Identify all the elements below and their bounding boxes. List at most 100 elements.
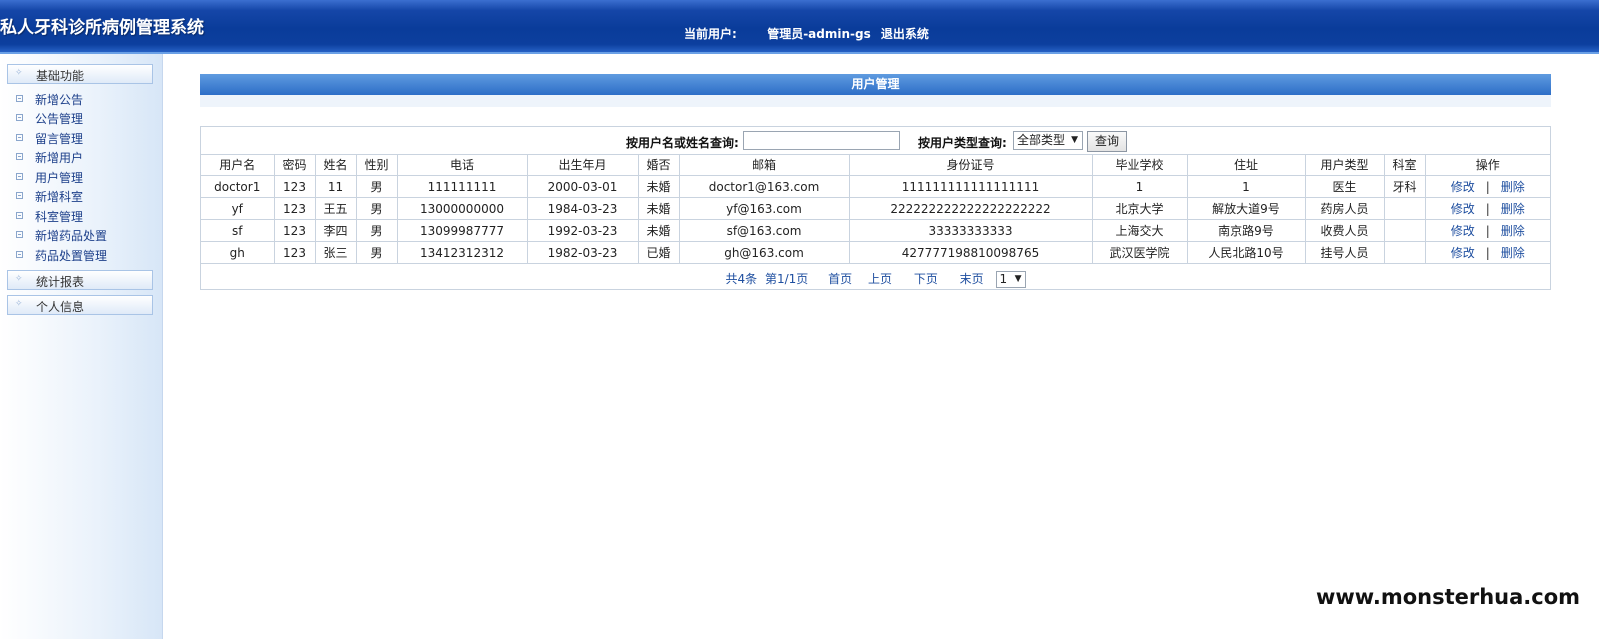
minus-box-icon [16,173,23,180]
user-type-selected: 全部类型 [1017,133,1066,147]
sidebar-item-label: 新增用户 [35,151,84,165]
table-row: yf 123 王五男 13000000000 1984-03-23 未婚 yf@163.co… [201,197,1550,220]
section-subbar [200,95,1551,107]
minus-box-icon [16,153,23,160]
pager-first[interactable]: 首页 [828,268,852,290]
minus-box-icon [16,231,23,238]
table-cell: 1 [1186,175,1306,198]
minus-box-icon [16,251,23,258]
query-button[interactable]: 查询 [1087,131,1127,152]
table-cell: 222222222222222222222 [848,197,1093,220]
menu-group-label: 统计报表 [36,275,85,289]
page-select[interactable]: 1 ▼ [995,271,1026,288]
pager-prev[interactable]: 上页 [868,268,892,290]
table-cell: 123 [273,241,316,264]
minus-box-icon [16,192,23,199]
sidebar-item-label: 科室管理 [35,210,84,224]
current-user-label: 当前用户: [684,27,737,41]
sidebar-item-label: 药品处置管理 [35,249,108,263]
group-expand-icon: ✧ [15,274,23,284]
delete-link[interactable]: 删除 [1501,246,1525,260]
table-cell: sf@163.com [678,219,850,242]
menu-group-reports[interactable]: ✧ 统计报表 [7,270,153,290]
table-cell: 未婚 [637,197,680,220]
section-title: 用户管理 [200,74,1551,95]
sidebar-item-label: 留言管理 [35,132,84,146]
table-cell [1383,241,1426,264]
table-cell: 张三 [314,241,357,264]
pager-next[interactable]: 下页 [914,268,938,290]
sidebar-item-label: 公告管理 [35,112,84,126]
name-search-label: 按用户名或姓名查询: [626,136,739,150]
table-cell: 未婚 [637,175,680,198]
table-row: gh 123 张三男 13412312312 1982-03-23 已婚 gh@163.co… [201,241,1550,264]
minus-box-icon [16,212,23,219]
user-type-select[interactable]: 全部类型 ▼ [1013,131,1083,150]
edit-link[interactable]: 修改 [1451,180,1475,194]
table-cell: 已婚 [637,241,680,264]
table-cell: 男 [355,175,398,198]
column-header: 密码 [273,154,316,176]
row-actions: 修改 | 删除 [1424,219,1550,242]
menu-group-label: 基础功能 [36,69,85,83]
table-cell: 1 [1091,175,1188,198]
pager-page-info: 第1/1页 [764,272,809,286]
group-expand-icon: ✧ [15,68,23,78]
column-header: 婚否 [637,154,680,176]
table-cell: 男 [355,197,398,220]
table-cell: 123 [273,197,316,220]
delete-link[interactable]: 删除 [1501,202,1525,216]
sidebar-item-label: 新增药品处置 [35,229,108,243]
type-search-label: 按用户类型查询: [918,136,1007,150]
action-separator: | [1485,202,1490,216]
column-header: 邮箱 [678,154,850,176]
edit-link[interactable]: 修改 [1451,246,1475,260]
table-header-row: 用户名 密码 姓名 性别 电话 出生年月 婚否 邮箱 身份证号 毕业学校 住址 用户类型 科室 操作 [201,154,1550,176]
table-cell: 未婚 [637,219,680,242]
table-cell: 男 [355,219,398,242]
delete-link[interactable]: 删除 [1501,180,1525,194]
table-cell: doctor1 [201,175,275,198]
action-separator: | [1485,224,1490,238]
column-header: 身份证号 [848,154,1093,176]
table-cell [1383,219,1426,242]
table-cell: gh@163.com [678,241,850,264]
current-user-info: 当前用户: 管理员-admin-gs 退出系统 [684,25,929,42]
watermark: www.monsterhua.com [1316,585,1581,609]
menu-group-basic[interactable]: ✧ 基础功能 [7,64,153,84]
user-table: 用户名 密码 姓名 性别 电话 出生年月 婚否 邮箱 身份证号 毕业学校 住址 用户类型 科室 操作 do… [201,154,1550,264]
table-cell: doctor1@163.com [678,175,850,198]
menu-group-personal[interactable]: ✧ 个人信息 [7,295,153,315]
table-cell: 111111111 [396,175,528,198]
pagination: 共4条 第1/1页 首页 上页 下页 末页 1 ▼ [201,268,1550,290]
table-cell: 北京大学 [1091,197,1188,220]
table-cell: 1982-03-23 [526,241,639,264]
table-row: sf 123 李四男 13099987777 1992-03-23 未婚 sf@163.co… [201,219,1550,242]
dropdown-arrow-icon: ▼ [1014,274,1022,284]
row-actions: 修改 | 删除 [1424,175,1550,198]
table-cell: 13412312312 [396,241,528,264]
column-header: 住址 [1186,154,1306,176]
current-user-value: 管理员-admin-gs [767,27,871,41]
delete-link[interactable]: 删除 [1501,224,1525,238]
action-separator: | [1485,180,1490,194]
name-search-input[interactable] [743,131,900,150]
table-cell: 解放大道9号 [1186,197,1306,220]
table-cell: 123 [273,175,316,198]
table-cell: 王五 [314,197,357,220]
logout-link[interactable]: 退出系统 [881,25,929,42]
column-header: 毕业学校 [1091,154,1188,176]
edit-link[interactable]: 修改 [1451,202,1475,216]
sidebar-item-label: 用户管理 [35,171,84,185]
user-grid: 按用户名或姓名查询: 按用户类型查询: 全部类型 ▼ 查询 用户名 密码 姓名 性别电… [200,126,1551,290]
column-header: 用户类型 [1304,154,1385,176]
page-select-value: 1 [999,272,1008,286]
table-cell: sf [201,219,275,242]
table-cell: 123 [273,219,316,242]
pager-last[interactable]: 末页 [960,268,984,290]
table-cell: 武汉医学院 [1091,241,1188,264]
column-header: 出生年月 [526,154,639,176]
edit-link[interactable]: 修改 [1451,224,1475,238]
column-header: 科室 [1383,154,1426,176]
table-cell: 收费人员 [1304,219,1385,242]
